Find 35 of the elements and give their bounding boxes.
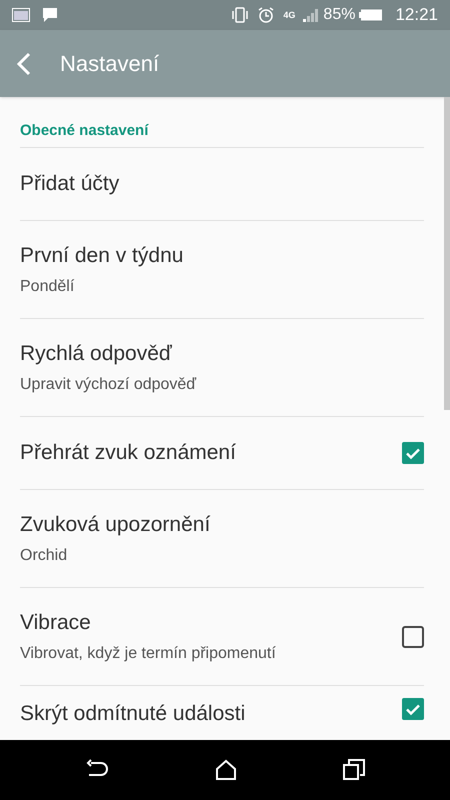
alarm-icon bbox=[257, 6, 276, 24]
settings-item[interactable]: Skrýt odmítnuté události bbox=[20, 686, 424, 740]
recent-apps-icon bbox=[343, 759, 365, 781]
item-subtitle: Vibrovat, když je termín připomenutí bbox=[20, 644, 277, 664]
item-title: Přehrát zvuk oznámení bbox=[20, 440, 237, 466]
item-title: Rychlá odpověď bbox=[20, 340, 173, 367]
item-title: Vibrace bbox=[20, 610, 92, 636]
vibrate-icon bbox=[231, 7, 250, 23]
settings-item[interactable]: Zvuková upozornění Orchid bbox=[20, 490, 424, 588]
item-title: Přidat účty bbox=[20, 171, 120, 198]
signal-icon bbox=[303, 8, 320, 22]
settings-item[interactable]: Přehrát zvuk oznámení bbox=[20, 417, 424, 490]
item-subtitle: Orchid bbox=[20, 546, 68, 566]
section-header: Obecné nastavení bbox=[20, 122, 148, 139]
settings-item[interactable]: Přidat účty bbox=[20, 148, 424, 221]
chat-icon bbox=[42, 7, 58, 23]
battery-percent: 85% bbox=[323, 5, 356, 25]
home-icon bbox=[215, 759, 237, 781]
settings-item[interactable]: Vibrace Vibrovat, když je termín připomenutí bbox=[20, 588, 424, 686]
clock: 12:21 bbox=[395, 4, 438, 26]
back-icon bbox=[16, 52, 32, 76]
checkbox[interactable] bbox=[402, 626, 424, 648]
settings-item[interactable]: První den v týdnu Pondělí bbox=[20, 221, 424, 319]
item-title: Zvuková upozornění bbox=[20, 512, 212, 538]
item-subtitle: Upravit výchozí odpověď bbox=[20, 375, 198, 396]
battery-icon bbox=[359, 9, 384, 21]
image-icon bbox=[12, 8, 30, 22]
network-label: 4G bbox=[283, 10, 296, 20]
checkbox[interactable] bbox=[402, 442, 424, 464]
checkbox[interactable] bbox=[402, 698, 424, 720]
settings-item[interactable]: Rychlá odpověď Upravit výchozí odpověď bbox=[20, 319, 424, 417]
item-subtitle: Pondělí bbox=[20, 277, 76, 298]
screen-title: Nastavení bbox=[60, 50, 160, 78]
item-title: První den v týdnu bbox=[20, 242, 184, 269]
item-title: Skrýt odmítnuté události bbox=[20, 701, 246, 727]
